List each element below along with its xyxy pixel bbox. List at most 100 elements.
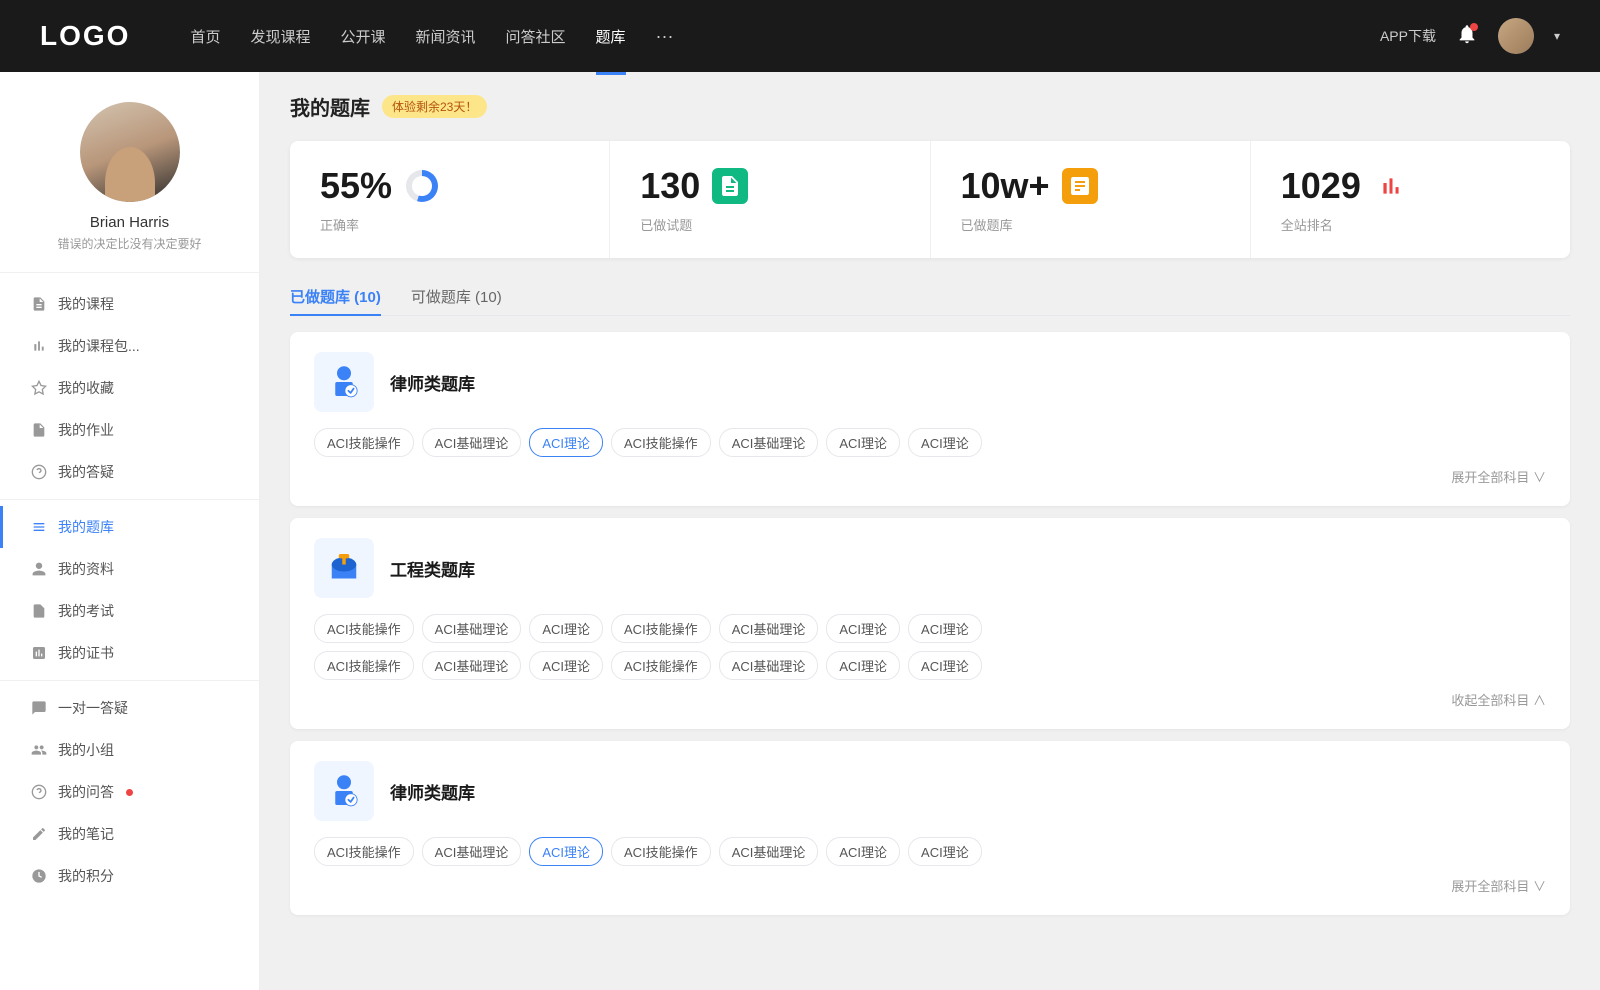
qb-tag[interactable]: ACI技能操作 — [314, 428, 414, 457]
notification-bell[interactable] — [1456, 23, 1478, 50]
sidebar-item-group[interactable]: 我的小组 — [0, 729, 259, 771]
qb-tag[interactable]: ACI基础理论 — [719, 614, 819, 643]
qb-tag[interactable]: ACI理论 — [908, 837, 982, 866]
app-download-link[interactable]: APP下载 — [1380, 26, 1436, 46]
qb-card-2-tags-row1: ACI技能操作 ACI基础理论 ACI理论 ACI技能操作 ACI基础理论 AC… — [314, 614, 1546, 643]
qb-tag[interactable]: ACI理论 — [908, 614, 982, 643]
qb-tag[interactable]: ACI技能操作 — [611, 614, 711, 643]
group-icon — [30, 741, 48, 759]
stat-accuracy-label: 正确率 — [320, 215, 579, 234]
nav-menu: 首页 发现课程 公开课 新闻资讯 问答社区 题库 ··· — [190, 22, 1340, 51]
group-label: 我的小组 — [58, 740, 114, 760]
qb-card-3: 律师类题库 ACI技能操作 ACI基础理论 ACI理论 ACI技能操作 ACI基… — [290, 741, 1570, 915]
sidebar-item-qa[interactable]: 我的答疑 — [0, 451, 259, 493]
my-qa-label: 我的问答 — [58, 782, 114, 802]
stat-ranking-value: 1029 — [1281, 165, 1361, 207]
question-bank-tabs: 已做题库 (10) 可做题库 (10) — [290, 278, 1570, 316]
divider-2 — [0, 680, 259, 681]
qb-tag[interactable]: ACI基础理论 — [719, 428, 819, 457]
qb-tag[interactable]: ACI技能操作 — [611, 837, 711, 866]
user-avatar[interactable] — [1498, 18, 1534, 54]
sidebar-item-question-bank[interactable]: 我的题库 — [0, 506, 259, 548]
sidebar-item-homework[interactable]: 我的作业 — [0, 409, 259, 451]
circle-progress — [406, 170, 438, 202]
notification-dot — [1470, 23, 1478, 31]
sidebar-item-profile[interactable]: 我的资料 — [0, 548, 259, 590]
course-pkg-icon — [30, 337, 48, 355]
stat-accuracy: 55% 正确率 — [290, 141, 610, 258]
stat-done-top: 130 — [640, 165, 899, 207]
tab-available[interactable]: 可做题库 (10) — [411, 278, 502, 315]
avatar-dropdown-arrow[interactable]: ▾ — [1554, 29, 1560, 43]
qb-tag[interactable]: ACI理论 — [529, 614, 603, 643]
nav-question-bank[interactable]: 题库 — [596, 22, 626, 51]
qb-card-1-expand[interactable]: 展开全部科目 ∨ — [314, 467, 1546, 486]
qb-tag[interactable]: ACI理论 — [826, 837, 900, 866]
qb-card-2: 工程类题库 ACI技能操作 ACI基础理论 ACI理论 ACI技能操作 ACI基… — [290, 518, 1570, 729]
nav-more[interactable]: ··· — [656, 22, 674, 51]
sidebar-item-notes[interactable]: 我的笔记 — [0, 813, 259, 855]
qb-card-1-header: 律师类题库 — [314, 352, 1546, 412]
sidebar-item-points[interactable]: 我的积分 — [0, 855, 259, 897]
sidebar-item-exam[interactable]: 我的考试 — [0, 590, 259, 632]
sidebar-item-my-qa[interactable]: 我的问答 — [0, 771, 259, 813]
qb-tag[interactable]: ACI技能操作 — [314, 651, 414, 680]
sidebar: Brian Harris 错误的决定比没有决定要好 我的课程 我的课程包... — [0, 72, 260, 990]
stat-accuracy-value: 55% — [320, 165, 392, 207]
notes-label: 我的笔记 — [58, 824, 114, 844]
exam-icon — [30, 602, 48, 620]
nav-news[interactable]: 新闻资讯 — [416, 22, 476, 51]
qa-label: 我的答疑 — [58, 462, 114, 482]
qb-tag[interactable]: ACI基础理论 — [719, 837, 819, 866]
nav-discover[interactable]: 发现课程 — [250, 22, 310, 51]
qb-tag[interactable]: ACI基础理论 — [422, 651, 522, 680]
nav-qa[interactable]: 问答社区 — [506, 22, 566, 51]
qb-tag[interactable]: ACI基础理论 — [422, 428, 522, 457]
main-layout: Brian Harris 错误的决定比没有决定要好 我的课程 我的课程包... — [0, 72, 1600, 990]
certificate-label: 我的证书 — [58, 643, 114, 663]
qb-tag[interactable]: ACI理论 — [826, 428, 900, 457]
qb-tag[interactable]: ACI理论 — [908, 651, 982, 680]
qb-tag[interactable]: ACI基础理论 — [422, 614, 522, 643]
qb-tag-active[interactable]: ACI理论 — [529, 428, 603, 457]
sidebar-item-course[interactable]: 我的课程 — [0, 283, 259, 325]
nav-home[interactable]: 首页 — [190, 22, 220, 51]
sidebar-item-course-pkg[interactable]: 我的课程包... — [0, 325, 259, 367]
qb-tag[interactable]: ACI技能操作 — [314, 837, 414, 866]
qb-card-2-name: 工程类题库 — [390, 556, 475, 581]
divider-1 — [0, 499, 259, 500]
sidebar-item-favorites[interactable]: 我的收藏 — [0, 367, 259, 409]
question-bank-label: 我的题库 — [58, 517, 114, 537]
qb-tag[interactable]: ACI基础理论 — [719, 651, 819, 680]
qb-tag[interactable]: ACI理论 — [529, 651, 603, 680]
navbar: LOGO 首页 发现课程 公开课 新闻资讯 问答社区 题库 ··· APP下载 … — [0, 0, 1600, 72]
stat-done-label: 已做试题 — [640, 215, 899, 234]
avatar-image — [1498, 18, 1534, 54]
qb-tag[interactable]: ACI技能操作 — [314, 614, 414, 643]
qb-tag[interactable]: ACI理论 — [826, 651, 900, 680]
qb-tag[interactable]: ACI理论 — [826, 614, 900, 643]
qb-tag[interactable]: ACI技能操作 — [611, 428, 711, 457]
trial-badge: 体验剩余23天！ — [382, 95, 487, 118]
qb-tag-active[interactable]: ACI理论 — [529, 837, 603, 866]
nav-open-course[interactable]: 公开课 — [340, 22, 385, 51]
profile-icon — [30, 560, 48, 578]
qb-tag[interactable]: ACI理论 — [908, 428, 982, 457]
question-bank-icon — [30, 518, 48, 536]
sidebar-item-one-on-one[interactable]: 一对一答疑 — [0, 687, 259, 729]
qb-tag[interactable]: ACI基础理论 — [422, 837, 522, 866]
qb-card-3-name: 律师类题库 — [390, 779, 475, 804]
circle-inner — [412, 176, 432, 196]
qb-card-3-expand[interactable]: 展开全部科目 ∨ — [314, 876, 1546, 895]
qb-card-3-icon — [314, 761, 374, 821]
qb-tag[interactable]: ACI技能操作 — [611, 651, 711, 680]
qb-card-2-collapse[interactable]: 收起全部科目 ∧ — [314, 690, 1546, 709]
logo[interactable]: LOGO — [40, 20, 130, 52]
homework-icon — [30, 421, 48, 439]
qb-card-1-icon — [314, 352, 374, 412]
qb-card-2-tags-row2: ACI技能操作 ACI基础理论 ACI理论 ACI技能操作 ACI基础理论 AC… — [314, 651, 1546, 680]
tab-done[interactable]: 已做题库 (10) — [290, 278, 381, 315]
stat-banks-icon — [1062, 168, 1098, 204]
sidebar-item-certificate[interactable]: 我的证书 — [0, 632, 259, 674]
stat-ranking-top: 1029 — [1281, 165, 1540, 207]
